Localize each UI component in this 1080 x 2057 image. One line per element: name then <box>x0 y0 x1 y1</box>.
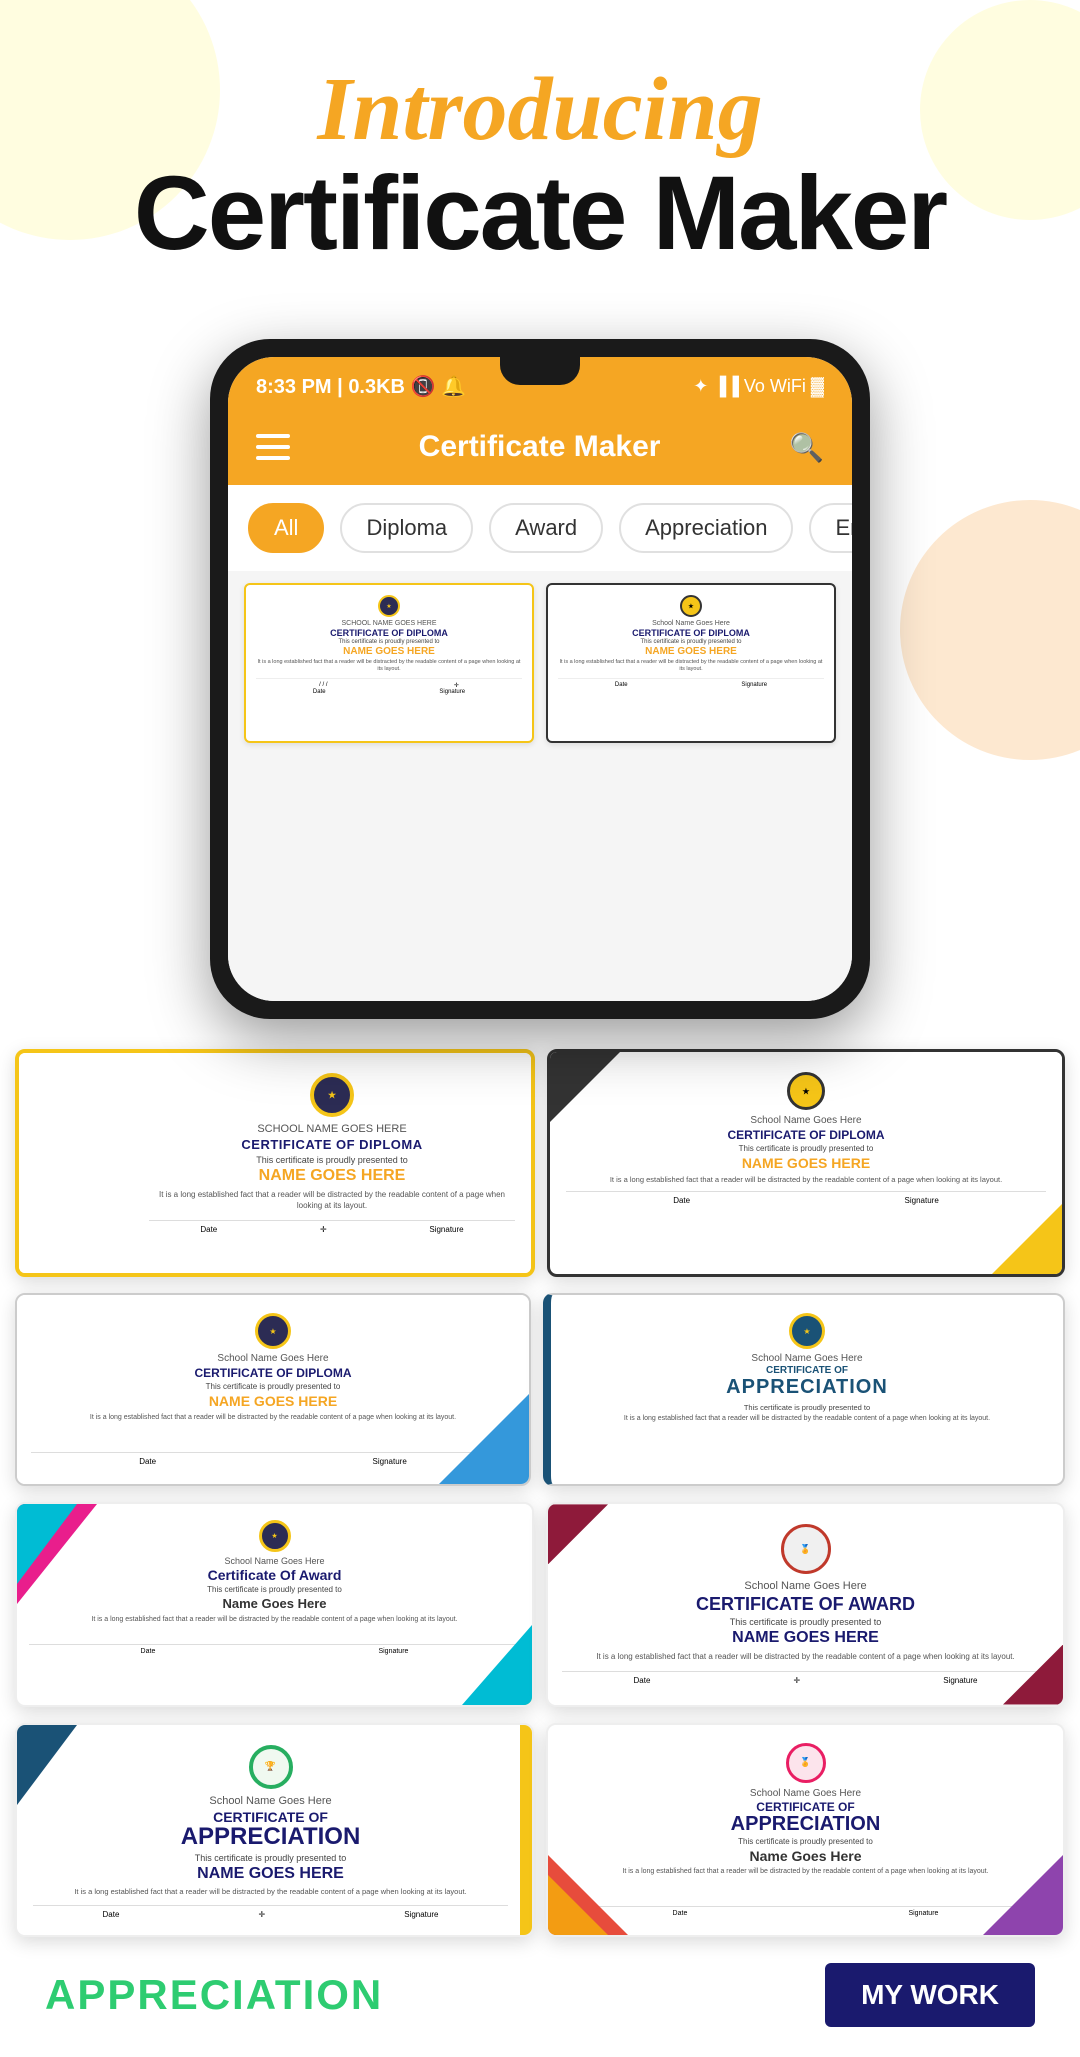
tab-appreciation[interactable]: Appreciation <box>619 503 793 553</box>
hamburger-line-2 <box>256 445 290 449</box>
appreciation-label: APPRECIATION <box>45 1971 383 2019</box>
phone-screen: 8:33 PM | 0.3KB 📵 🔔 ✦ ▐▐ Vo WiFi ▓ <box>228 357 852 1001</box>
tab-employ[interactable]: Employ of the <box>809 503 852 553</box>
cert-corner-tl <box>550 1052 620 1122</box>
cert-presented-1: This certificate is proudly presented to <box>149 1155 515 1165</box>
cert-seal-1: ★ <box>310 1073 354 1117</box>
introducing-text: Introducing <box>40 60 1040 159</box>
phone-mini-cert-1[interactable]: ★ SCHOOL NAME GOES HERE CERTIFICATE OF D… <box>244 583 534 743</box>
hamburger-line-3 <box>256 456 290 460</box>
tab-award[interactable]: Award <box>489 503 603 553</box>
cert-date-2: Date <box>673 1196 690 1205</box>
status-right-icons: ✦ ▐▐ Vo WiFi ▓ <box>693 376 824 397</box>
cert-title-2: CERTIFICATE OF DIPLOMA <box>566 1128 1046 1142</box>
cert-sig-2: Signature <box>905 1196 939 1205</box>
page-wrapper: Introducing Certificate Maker 8:33 PM | … <box>0 0 1080 2057</box>
phone-mockup: 8:33 PM | 0.3KB 📵 🔔 ✦ ▐▐ Vo WiFi ▓ <box>210 339 870 1019</box>
cert-card-diploma-gold[interactable]: ★ SCHOOL NAME GOES HERE CERTIFICATE OF D… <box>15 1049 535 1277</box>
phone-mini-cert-2[interactable]: ★ School Name Goes Here CERTIFICATE OF D… <box>546 583 836 743</box>
display-section: ★ SCHOOL NAME GOES HERE CERTIFICATE OF D… <box>0 1049 1080 2057</box>
cert-seal-3: ★ <box>255 1313 291 1349</box>
cert-body-1: It is a long established fact that a rea… <box>149 1189 515 1211</box>
cert-presented-2: This certificate is proudly presented to <box>566 1144 1046 1153</box>
cert-footer-1: Date ✛ Signature <box>149 1220 515 1234</box>
hamburger-line-1 <box>256 434 290 438</box>
search-icon[interactable]: 🔍 <box>789 431 824 464</box>
cert-row-4: 🏆 School Name Goes Here CERTIFICATE OF A… <box>15 1723 1065 1938</box>
cert-seal-2: ★ <box>787 1072 825 1110</box>
cert-card-diploma-tri[interactable]: ★ School Name Goes Here CERTIFICATE OF D… <box>15 1293 531 1486</box>
cert-row-1: ★ SCHOOL NAME GOES HERE CERTIFICATE OF D… <box>15 1049 1065 1277</box>
cert-sig-1: Signature <box>429 1225 463 1234</box>
cert-footer-2: Date Signature <box>566 1191 1046 1205</box>
teal-shape <box>17 1504 77 1584</box>
cert-title-3: CERTIFICATE OF DIPLOMA <box>31 1366 515 1380</box>
cert-card-appreciation-blue-corner[interactable]: 🏆 School Name Goes Here CERTIFICATE OF A… <box>15 1723 534 1938</box>
cert-row-3: ★ School Name Goes Here Certificate Of A… <box>15 1502 1065 1706</box>
phone-cert-grid: ★ SCHOOL NAME GOES HERE CERTIFICATE OF D… <box>228 571 852 1001</box>
cert-name-2: NAME GOES HERE <box>566 1155 1046 1171</box>
my-work-badge: MY WORK <box>825 1963 1035 2027</box>
cert-date-1: Date <box>200 1225 217 1234</box>
cert-corner-br <box>992 1204 1062 1274</box>
tab-all[interactable]: All <box>248 503 324 553</box>
header-section: Introducing Certificate Maker <box>0 0 1080 299</box>
cert-seal-6: 🏅 <box>781 1524 831 1574</box>
cert-card-colorful-award[interactable]: ★ School Name Goes Here Certificate Of A… <box>15 1502 534 1706</box>
app-title: Certificate Maker <box>40 159 1040 269</box>
cert-blue-tri <box>439 1394 529 1484</box>
cert-seal-4: ★ <box>789 1313 825 1349</box>
teal-shape-2 <box>462 1625 532 1705</box>
orange-bottom-shape <box>548 1875 608 1935</box>
filter-tabs-container: All Diploma Award Appreciation Employ of… <box>228 485 852 571</box>
hamburger-menu-icon[interactable] <box>256 434 290 460</box>
cert-school-1: SCHOOL NAME GOES HERE <box>149 1123 515 1135</box>
status-time: 8:33 PM | 0.3KB 📵 🔔 <box>256 374 466 399</box>
cert-card-diploma-dark[interactable]: ★ School Name Goes Here CERTIFICATE OF D… <box>547 1049 1065 1277</box>
cert-card-award-maroon[interactable]: 🏅 School Name Goes Here CERTIFICATE OF A… <box>546 1502 1065 1706</box>
cert-seal-5: ★ <box>259 1520 291 1552</box>
phone-notch <box>500 357 580 385</box>
tab-diploma[interactable]: Diploma <box>340 503 473 553</box>
purple-bottom-shape <box>983 1855 1063 1935</box>
cert-card-appreciation-orange[interactable]: 🏅 School Name Goes Here CERTIFICATE OF A… <box>546 1723 1065 1938</box>
cert-seal-7: 🏆 <box>249 1745 293 1789</box>
app-bar-title: Certificate Maker <box>419 430 661 464</box>
cert-row-2: ★ School Name Goes Here CERTIFICATE OF D… <box>15 1293 1065 1486</box>
cert-school-3: School Name Goes Here <box>31 1353 515 1364</box>
cert-card-appreciation-blue[interactable]: ★ School Name Goes Here CERTIFICATE OF A… <box>543 1293 1065 1486</box>
cert-body-2: It is a long established fact that a rea… <box>566 1175 1046 1185</box>
phone-container: 8:33 PM | 0.3KB 📵 🔔 ✦ ▐▐ Vo WiFi ▓ <box>0 339 1080 1019</box>
app-bar: Certificate Maker 🔍 <box>228 409 852 485</box>
cert-title-1: CERTIFICATE OF DIPLOMA <box>149 1137 515 1152</box>
cert-school-2: School Name Goes Here <box>566 1115 1046 1126</box>
cert-name-1: NAME GOES HERE <box>149 1167 515 1185</box>
blue-corner-shape <box>17 1725 77 1805</box>
bottom-labels: APPRECIATION MY WORK <box>15 1953 1065 2057</box>
cert-seal-8: 🏅 <box>786 1743 826 1783</box>
yellow-right-bar <box>520 1725 532 1936</box>
